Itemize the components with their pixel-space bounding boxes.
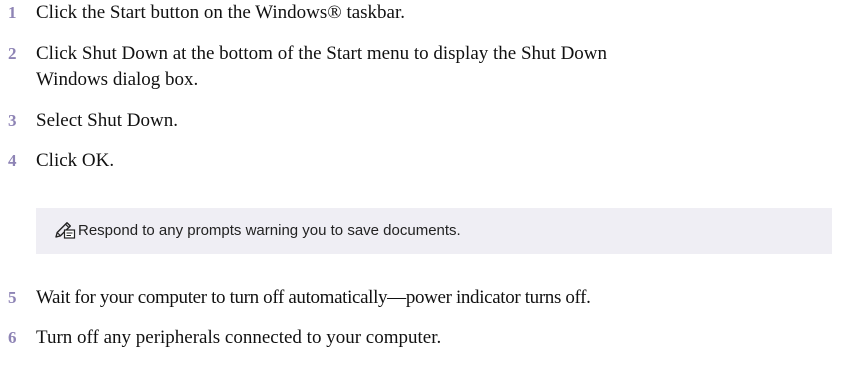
step-text: Turn off any peripherals connected to yo… — [36, 327, 442, 348]
step-number: 3 — [8, 111, 17, 130]
step-text: Wait for your computer to turn off autom… — [36, 287, 591, 308]
step-number: 1 — [8, 3, 17, 22]
step-text: Click Shut Down at the bottom of the Sta… — [36, 43, 608, 90]
step-text: Click OK. — [36, 150, 115, 171]
step-number: 5 — [8, 288, 17, 307]
pencil-note-icon — [54, 220, 76, 240]
step-text: Click the Start button on the Windows® t… — [36, 2, 406, 23]
note-text: Respond to any prompts warning you to sa… — [78, 222, 461, 239]
note-box: Respond to any prompts warning you to sa… — [36, 208, 832, 254]
step-text: Select Shut Down. — [36, 110, 178, 131]
step-number: 4 — [8, 151, 17, 170]
step-number: 6 — [8, 328, 17, 347]
step-number: 2 — [8, 44, 17, 63]
